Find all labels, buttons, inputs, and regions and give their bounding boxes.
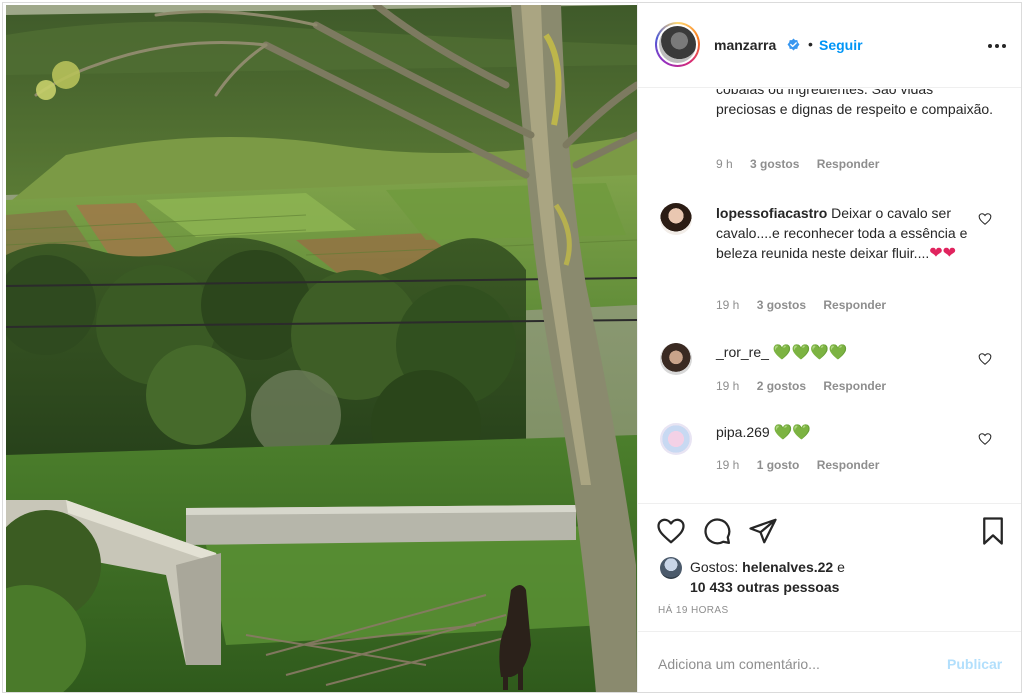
like-comment-icon[interactable] <box>978 212 992 226</box>
comment: _ror_re_ 💚💚💚💚 <box>716 342 976 363</box>
comment-likes[interactable]: 3 gostos <box>757 298 806 312</box>
comment-meta: 19 h 2 gostos Responder <box>716 379 900 393</box>
reply-button[interactable]: Responder <box>823 298 886 312</box>
publish-button[interactable]: Publicar <box>947 656 1002 672</box>
green-heart-emoji: 💚💚💚💚 <box>772 344 848 361</box>
add-comment-bar: Publicar <box>638 631 1021 692</box>
comment-likes[interactable]: 3 gostos <box>750 157 799 171</box>
comment-icon[interactable] <box>702 516 732 546</box>
more-options-icon[interactable] <box>985 39 1009 53</box>
post-actions: Gostos: helenalves.22 e 10 433 outras pe… <box>638 503 1021 631</box>
likes-conj: e <box>837 559 845 575</box>
liker-username[interactable]: helenalves.22 <box>742 559 833 575</box>
likes-summary: Gostos: helenalves.22 e 10 433 outras pe… <box>690 557 845 597</box>
comment: pipa.269 💚💚 <box>716 422 976 443</box>
comment-time: 19 h <box>716 379 740 393</box>
commenter-username[interactable]: pipa.269 <box>716 424 770 440</box>
comment-text: cobaias ou ingredientes. São vidas preci… <box>716 89 994 117</box>
green-heart-emoji: 💚💚 <box>773 424 811 441</box>
post-timestamp[interactable]: HÁ 19 HORAS <box>658 605 729 616</box>
comment-time: 19 h <box>716 298 740 312</box>
landscape-image <box>6 5 637 692</box>
heart-icon[interactable] <box>656 516 686 546</box>
separator-dot: • <box>808 36 813 52</box>
author-username[interactable]: manzarra <box>714 37 776 53</box>
liker-avatar[interactable] <box>660 557 682 579</box>
follow-button[interactable]: Seguir <box>819 37 863 53</box>
comments-list[interactable]: cobaias ou ingredientes. São vidas preci… <box>638 89 1021 503</box>
bookmark-icon[interactable] <box>978 516 1008 546</box>
heart-emoji: ❤❤ <box>929 245 957 262</box>
comment-likes[interactable]: 1 gosto <box>757 458 800 472</box>
comment-input[interactable] <box>658 652 948 676</box>
comment-time: 9 h <box>716 157 733 171</box>
post-sidebar: manzarra • Seguir cobaias ou ingrediente… <box>637 3 1021 692</box>
share-icon[interactable] <box>748 516 778 546</box>
comment-likes[interactable]: 2 gostos <box>757 379 806 393</box>
commenter-username[interactable]: lopessofiacastro <box>716 205 827 221</box>
comment-meta: 19 h 1 gosto Responder <box>716 458 893 472</box>
author-avatar[interactable] <box>655 22 700 67</box>
reply-button[interactable]: Responder <box>817 157 880 171</box>
commenter-avatar[interactable] <box>660 423 692 455</box>
likes-others[interactable]: 10 433 outras pessoas <box>690 579 839 595</box>
comment-meta: 19 h 3 gostos Responder <box>716 298 900 312</box>
likes-prefix: Gostos: <box>690 559 739 575</box>
commenter-avatar[interactable] <box>660 343 692 375</box>
post-window: manzarra • Seguir cobaias ou ingrediente… <box>2 2 1022 693</box>
comment: lopessofiacastro Deixar o cavalo ser cav… <box>716 203 986 264</box>
commenter-username[interactable]: _ror_re_ <box>716 344 769 360</box>
comment-meta: 9 h 3 gostos Responder <box>716 157 893 171</box>
verified-badge-icon <box>787 38 800 51</box>
commenter-avatar[interactable] <box>660 203 692 235</box>
comment-time: 19 h <box>716 458 740 472</box>
like-comment-icon[interactable] <box>978 432 992 446</box>
reply-button[interactable]: Responder <box>823 379 886 393</box>
like-comment-icon[interactable] <box>978 352 992 366</box>
post-photo[interactable] <box>6 5 637 692</box>
post-header: manzarra • Seguir <box>638 3 1021 88</box>
reply-button[interactable]: Responder <box>817 458 880 472</box>
